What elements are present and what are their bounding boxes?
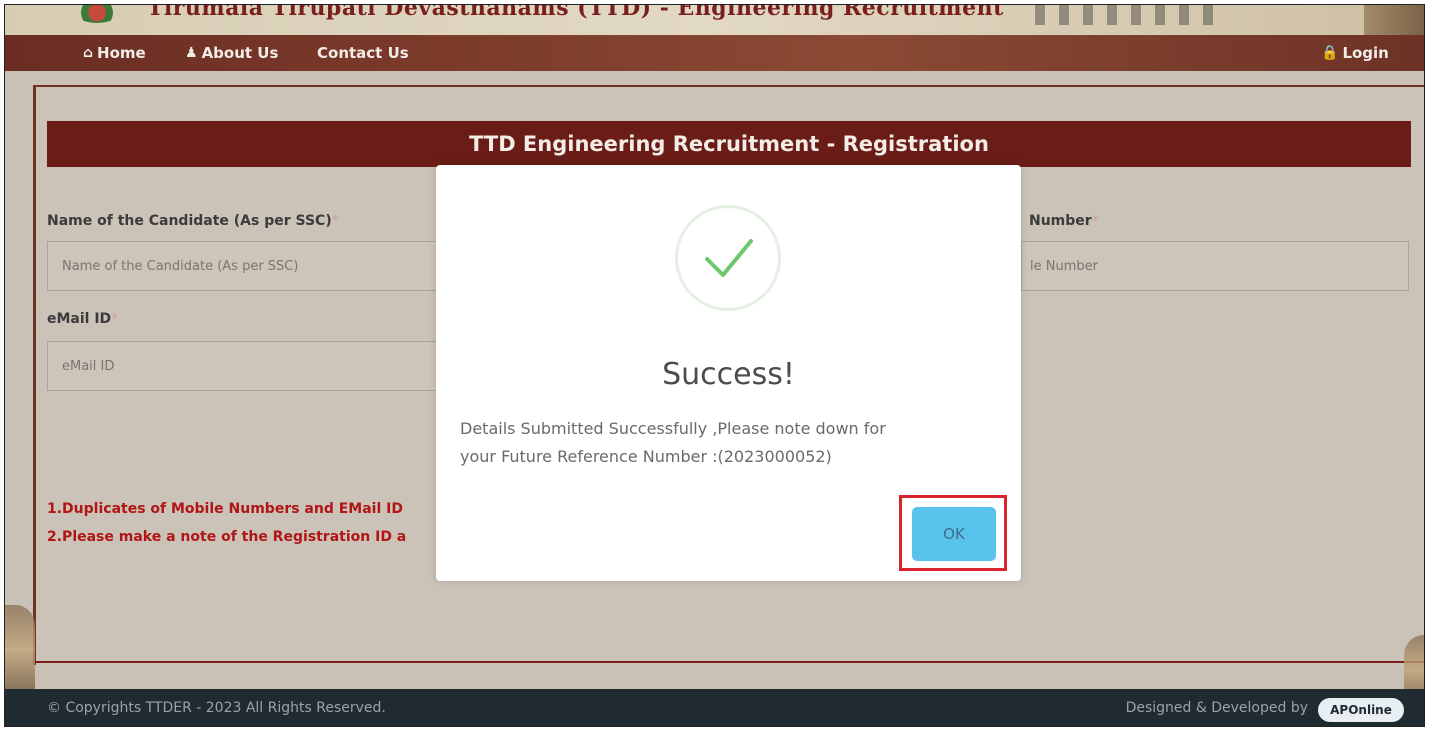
browser-frame: Tirumala Tirupati Devasthanams (TTD) - E… xyxy=(4,4,1425,727)
ok-button[interactable]: OK xyxy=(912,507,996,561)
modal-message-line2: your Future Reference Number :(202300005… xyxy=(460,447,832,466)
success-modal: Success! Details Submitted Successfully … xyxy=(436,165,1021,581)
success-check-icon xyxy=(675,205,781,311)
modal-message: Details Submitted Successfully ,Please n… xyxy=(460,415,1000,471)
modal-message-line1: Details Submitted Successfully ,Please n… xyxy=(460,419,886,438)
modal-title: Success! xyxy=(662,357,795,392)
checkmark-icon xyxy=(705,239,753,277)
